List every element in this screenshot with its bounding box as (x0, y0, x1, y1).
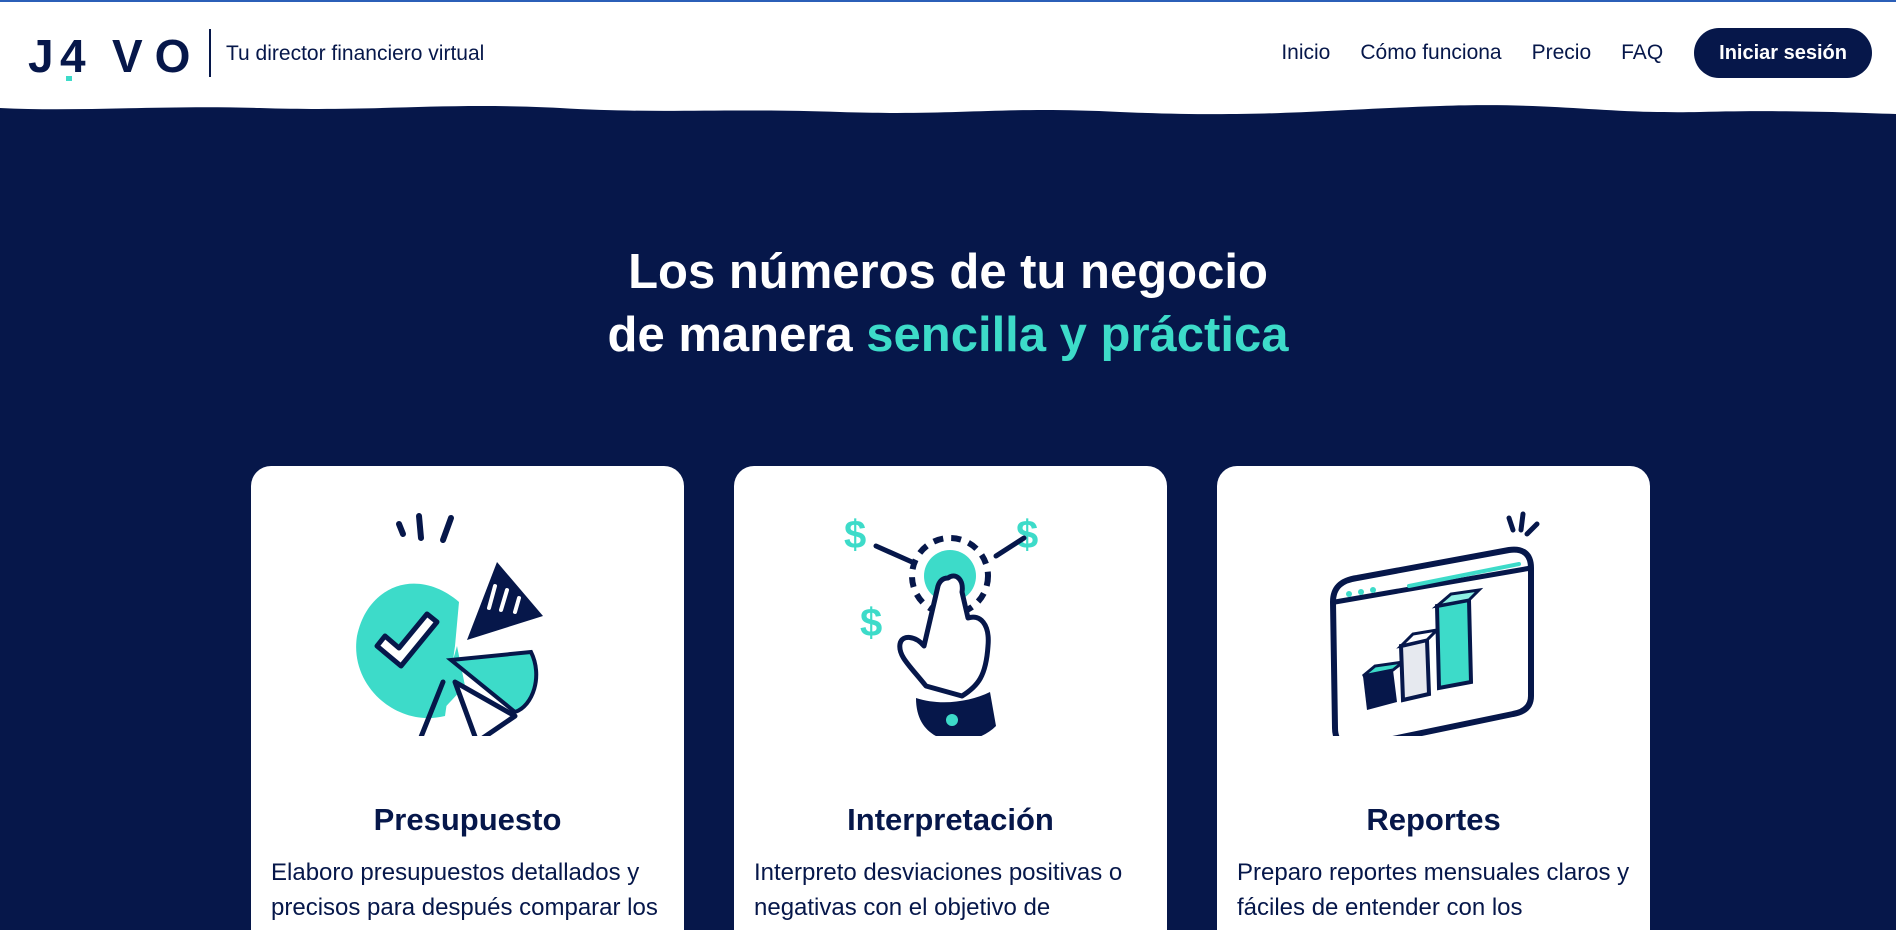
brand-tagline: Tu director financiero virtual (226, 42, 485, 65)
hero-heading: Los números de tu negocio de manera senc… (0, 241, 1896, 367)
site-header: J 4 VO Tu director financiero virtual In… (0, 2, 1896, 115)
logo[interactable]: J 4 VO (28, 28, 196, 82)
svg-text:4: 4 (60, 30, 86, 82)
dollar-icon: $ (860, 601, 882, 645)
svg-text:VO: VO (112, 30, 196, 82)
dollar-icon: $ (844, 513, 866, 557)
nav-link-precio[interactable]: Precio (1532, 41, 1592, 65)
card-interpretacion: $ $ $ Interpretación Interpreto desviaci… (734, 466, 1167, 930)
card-title: Reportes (1366, 802, 1501, 837)
pie-chart-icon (356, 513, 543, 736)
card-text: Interpreto desviaciones positivas o nega… (754, 859, 1123, 921)
feature-cards: Presupuesto Elaboro presupuestos detalla… (251, 466, 1650, 930)
card-presupuesto: Presupuesto Elaboro presupuestos detalla… (251, 466, 684, 930)
hero-line-1: Los números de tu negocio (628, 245, 1268, 299)
dollar-icon: $ (1016, 513, 1038, 557)
card-title: Presupuesto (373, 802, 562, 837)
card-title: Interpretación (847, 802, 1054, 837)
nav-link-faq[interactable]: FAQ (1621, 41, 1663, 65)
login-button[interactable]: Iniciar sesión (1694, 28, 1872, 78)
main-nav: Inicio Cómo funciona Precio FAQ Iniciar … (1281, 28, 1872, 78)
card-text: Preparo reportes mensuales claros y fáci… (1237, 859, 1630, 921)
card-reportes: Reportes Preparo reportes mensuales clar… (1217, 466, 1650, 930)
hero-line-2-prefix: de manera (607, 308, 867, 362)
nav-link-como-funciona[interactable]: Cómo funciona (1360, 41, 1501, 65)
hero-line-2-accent: sencilla y práctica (866, 308, 1289, 362)
nav-link-inicio[interactable]: Inicio (1281, 41, 1330, 65)
card-text: Elaboro presupuestos detallados y precis… (271, 859, 658, 921)
report-chart-icon (1330, 511, 1540, 736)
logo-divider (209, 29, 211, 77)
hand-money-icon: $ $ $ (844, 513, 1038, 736)
